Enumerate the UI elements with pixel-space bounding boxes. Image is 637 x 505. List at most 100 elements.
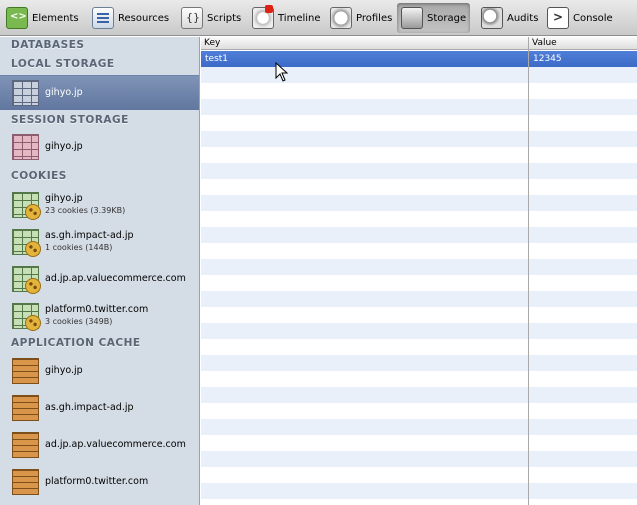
item-title: gihyo.jp: [45, 364, 83, 376]
toolbar-audits-button[interactable]: Audits: [477, 3, 542, 33]
table-row-empty: [201, 67, 637, 83]
profiles-icon: [330, 7, 352, 29]
application-cache-icon: [12, 394, 39, 421]
table-row-empty: [201, 83, 637, 99]
audits-icon: [481, 7, 503, 29]
item-subtitle: 3 cookies (349B): [45, 316, 113, 326]
column-divider[interactable]: [528, 37, 529, 505]
application-cache-icon: [12, 357, 39, 384]
table-row-empty: [201, 435, 637, 451]
local-storage-item[interactable]: gihyo.jp: [0, 75, 199, 110]
toolbar-resources-button[interactable]: Resources: [88, 3, 173, 33]
toolbar-storage-button[interactable]: Storage: [397, 3, 471, 33]
table-row-empty: [201, 275, 637, 291]
section-header-local-storage: LOCAL STORAGE: [11, 58, 115, 70]
item-subtitle: 1 cookies (144B): [45, 242, 113, 252]
timeline-icon: [252, 5, 274, 29]
table-row-empty: [201, 291, 637, 307]
item-title: platform0.twitter.com: [45, 475, 149, 487]
table-row-empty: [201, 323, 637, 339]
appcache-item[interactable]: ad.jp.ap.valuecommerce.com: [0, 427, 199, 462]
section-header-application-cache: APPLICATION CACHE: [11, 337, 141, 349]
table-row-empty: [201, 355, 637, 371]
section-header-databases: DATABASES: [11, 39, 85, 51]
toolbar-label: Console: [573, 12, 613, 24]
table-row-empty: [201, 403, 637, 419]
toolbar-label: Resources: [118, 12, 170, 24]
item-title: as.gh.impact-ad.jp: [45, 229, 134, 241]
cell-value[interactable]: 12345: [529, 51, 637, 67]
appcache-item[interactable]: gihyo.jp: [0, 353, 199, 388]
column-header-key[interactable]: Key: [201, 37, 528, 50]
cookie-icon: [12, 302, 41, 331]
table-row-empty: [201, 227, 637, 243]
table-row-empty: [201, 339, 637, 355]
toolbar-elements-button[interactable]: Elements: [2, 3, 83, 33]
session-storage-icon: [12, 134, 39, 160]
table-row-empty: [201, 483, 637, 499]
storage-sidebar: DATABASES LOCAL STORAGE gihyo.jp SESSION…: [0, 37, 200, 505]
cookie-icon: [12, 228, 41, 257]
table-row-empty: [201, 467, 637, 483]
mouse-cursor-icon: [275, 62, 289, 82]
toolbar-label: Elements: [32, 12, 79, 24]
table-row-empty: [201, 451, 637, 467]
table-row-empty: [201, 115, 637, 131]
table-row-empty: [201, 371, 637, 387]
item-title: gihyo.jp: [45, 87, 83, 98]
table-row-empty: [201, 307, 637, 323]
cookie-icon: [12, 265, 41, 294]
grid-header: Key Value: [201, 37, 637, 50]
cell-key[interactable]: test1: [201, 51, 528, 67]
cookie-item[interactable]: gihyo.jp 23 cookies (3.39KB): [0, 187, 199, 222]
item-title: platform0.twitter.com: [45, 303, 149, 315]
scripts-icon: [181, 7, 203, 29]
toolbar-scripts-button[interactable]: Scripts: [177, 3, 245, 33]
table-row-empty: [201, 99, 637, 115]
storage-icon: [401, 7, 423, 29]
column-header-value[interactable]: Value: [529, 37, 637, 50]
table-row-empty: [201, 179, 637, 195]
resources-icon: [92, 7, 114, 29]
toolbar-label: Storage: [427, 12, 467, 24]
toolbar-label: Profiles: [356, 12, 393, 24]
table-row-empty: [201, 243, 637, 259]
table-row[interactable]: test1 12345: [201, 51, 637, 67]
table-row-empty: [201, 387, 637, 403]
table-row-empty: [201, 499, 637, 505]
section-header-cookies: COOKIES: [11, 170, 67, 182]
item-title: ad.jp.ap.valuecommerce.com: [45, 272, 186, 284]
appcache-item[interactable]: platform0.twitter.com: [0, 464, 199, 499]
table-row-empty: [201, 147, 637, 163]
section-header-session-storage: SESSION STORAGE: [11, 114, 129, 126]
toolbar-label: Timeline: [278, 12, 321, 24]
cookie-item[interactable]: ad.jp.ap.valuecommerce.com: [0, 261, 199, 296]
elements-icon: [6, 7, 28, 29]
item-title: ad.jp.ap.valuecommerce.com: [45, 438, 186, 450]
console-icon: [547, 7, 569, 29]
application-cache-icon: [12, 468, 39, 495]
table-row-empty: [201, 259, 637, 275]
session-storage-item[interactable]: gihyo.jp: [0, 130, 199, 164]
toolbar-console-button[interactable]: Console: [543, 3, 617, 33]
table-row-empty: [201, 195, 637, 211]
item-title: gihyo.jp: [45, 141, 83, 152]
toolbar: Elements Resources Scripts Timeline Prof…: [0, 0, 637, 36]
cookie-item[interactable]: platform0.twitter.com 3 cookies (349B): [0, 298, 199, 333]
cookie-item[interactable]: as.gh.impact-ad.jp 1 cookies (144B): [0, 224, 199, 259]
table-row-empty: [201, 211, 637, 227]
appcache-item[interactable]: as.gh.impact-ad.jp: [0, 390, 199, 425]
grid-rows: test1 12345: [201, 51, 637, 505]
toolbar-profiles-button[interactable]: Profiles: [326, 3, 396, 33]
storage-data-grid: Key Value test1 12345: [201, 37, 637, 505]
table-row-empty: [201, 419, 637, 435]
table-row-empty: [201, 131, 637, 147]
application-cache-icon: [12, 431, 39, 458]
toolbar-label: Scripts: [207, 12, 242, 24]
cookie-icon: [12, 191, 41, 220]
item-title: as.gh.impact-ad.jp: [45, 401, 134, 413]
toolbar-label: Audits: [507, 12, 539, 24]
toolbar-timeline-button[interactable]: Timeline: [248, 3, 325, 33]
item-title: gihyo.jp: [45, 192, 83, 204]
local-storage-icon: [12, 80, 39, 106]
